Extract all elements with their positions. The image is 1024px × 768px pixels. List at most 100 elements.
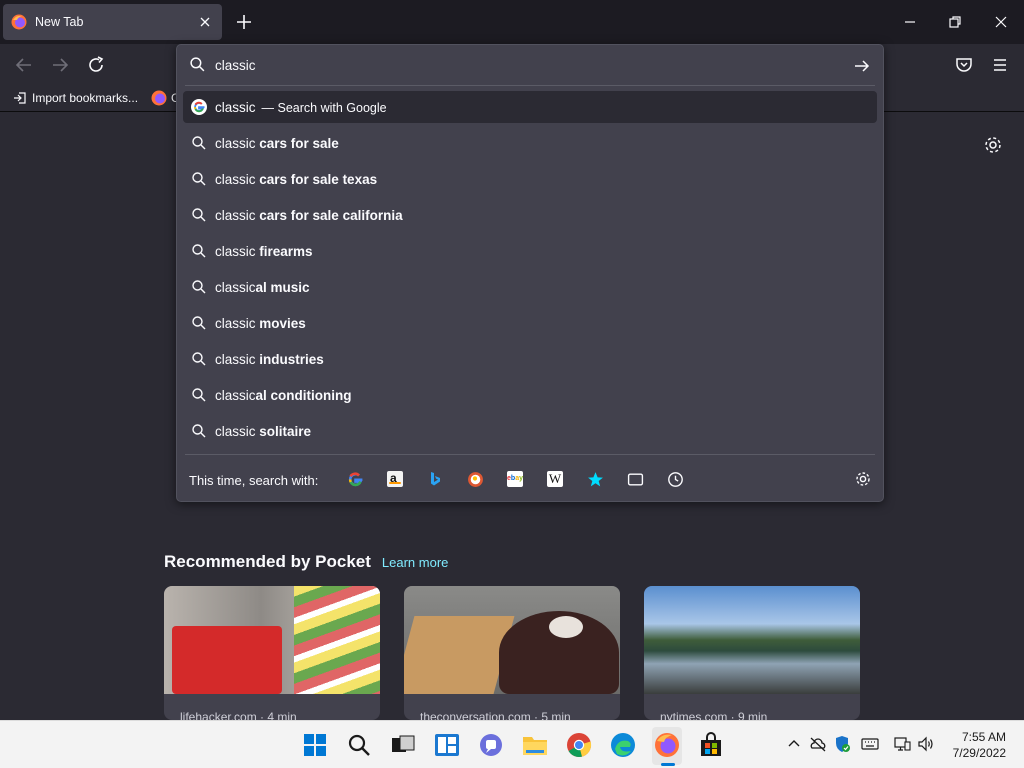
task-view-icon[interactable] bbox=[390, 732, 416, 758]
suggestion-prefix: classic bbox=[215, 172, 260, 187]
keyboard-icon[interactable] bbox=[861, 735, 879, 753]
search-suggestion-row[interactable]: classic cars for sale texas bbox=[183, 163, 877, 195]
tab-bar: New Tab bbox=[0, 0, 1024, 44]
close-window-icon[interactable] bbox=[991, 12, 1011, 32]
search-icon[interactable] bbox=[346, 732, 372, 758]
search-suggestion-row[interactable]: classic cars for sale california bbox=[183, 199, 877, 231]
menu-icon[interactable] bbox=[989, 54, 1011, 76]
search-suggestion-row[interactable]: classic firearms bbox=[183, 235, 877, 267]
suggestion-prefix: classic bbox=[215, 316, 260, 331]
suggestion-completion: cars for sale california bbox=[259, 208, 403, 223]
search-suggestion-row[interactable]: classic solitaire bbox=[183, 415, 877, 447]
duckduckgo-icon[interactable] bbox=[465, 469, 485, 489]
search-with-google-row[interactable]: classic — Search with Google bbox=[183, 91, 877, 123]
widgets-icon[interactable] bbox=[434, 732, 460, 758]
suggestion-completion: industries bbox=[259, 352, 324, 367]
forward-icon[interactable] bbox=[49, 54, 71, 76]
suggestion-text: classical music bbox=[215, 280, 310, 295]
minimize-icon[interactable] bbox=[900, 12, 920, 32]
pocket-heading: Recommended by Pocket Learn more bbox=[164, 552, 448, 572]
suggestion-prefix: classic bbox=[215, 388, 256, 403]
suggestion-text: classic movies bbox=[215, 316, 306, 331]
card-thumbnail bbox=[164, 586, 380, 694]
personalize-gear-icon[interactable] bbox=[982, 134, 1004, 156]
urlbar-input-text[interactable]: classic bbox=[215, 58, 256, 73]
pocket-learn-more-link[interactable]: Learn more bbox=[382, 555, 448, 570]
google-icon[interactable] bbox=[345, 469, 365, 489]
reload-icon[interactable] bbox=[85, 54, 107, 76]
network-icon[interactable] bbox=[893, 735, 911, 753]
card-source: theconversation.com · 5 min bbox=[420, 710, 571, 720]
ebay-icon[interactable]: ebay bbox=[505, 469, 525, 489]
suggestion-prefix: classic bbox=[215, 280, 256, 295]
suggestion-completion: firearms bbox=[259, 244, 313, 259]
search-icon bbox=[191, 171, 207, 187]
firefox-icon bbox=[151, 90, 167, 106]
history-icon[interactable] bbox=[665, 469, 685, 489]
urlbar-input[interactable]: classic bbox=[177, 45, 883, 85]
tabs-icon[interactable] bbox=[625, 469, 645, 489]
suggestion-text: classic cars for sale bbox=[215, 136, 339, 151]
suggestion-prefix: classic bbox=[215, 208, 260, 223]
pocket-card[interactable]: nytimes.com · 9 min bbox=[644, 586, 860, 720]
search-suggestion-row[interactable]: classic industries bbox=[183, 343, 877, 375]
suggestion-action-label: — Search with Google bbox=[261, 101, 387, 115]
card-thumbnail bbox=[644, 586, 860, 694]
search-icon bbox=[191, 207, 207, 223]
pocket-title: Recommended by Pocket bbox=[164, 552, 371, 571]
clock-date: 7/29/2022 bbox=[952, 746, 1006, 760]
clock-time: 7:55 AM bbox=[961, 730, 1006, 744]
search-settings-gear-icon[interactable] bbox=[853, 469, 873, 489]
card-source: nytimes.com · 9 min bbox=[660, 710, 768, 720]
back-icon[interactable] bbox=[13, 54, 35, 76]
amazon-icon[interactable]: a bbox=[385, 469, 405, 489]
windows-taskbar: 7:55 AM 7/29/2022 bbox=[0, 720, 1024, 768]
bookmarks-star-icon[interactable] bbox=[585, 469, 605, 489]
bing-icon[interactable] bbox=[425, 469, 445, 489]
google-icon bbox=[191, 99, 207, 115]
pocket-icon[interactable] bbox=[953, 54, 975, 76]
go-arrow-icon[interactable] bbox=[853, 57, 871, 75]
suggestion-text: classic industries bbox=[215, 352, 324, 367]
card-source: lifehacker.com · 4 min bbox=[180, 710, 297, 720]
search-suggestion-row[interactable]: classic cars for sale bbox=[183, 127, 877, 159]
volume-icon[interactable] bbox=[917, 735, 935, 753]
import-bookmarks-item[interactable]: Import bookmarks... bbox=[12, 90, 138, 106]
file-explorer-icon[interactable] bbox=[522, 732, 548, 758]
onedrive-offline-icon[interactable] bbox=[809, 735, 827, 753]
pocket-card[interactable]: lifehacker.com · 4 min bbox=[164, 586, 380, 720]
close-tab-icon[interactable] bbox=[196, 13, 214, 31]
new-tab-icon[interactable] bbox=[234, 12, 254, 32]
suggestion-prefix: classic bbox=[215, 100, 256, 115]
suggestion-text: classic cars for sale texas bbox=[215, 172, 377, 187]
chrome-icon[interactable] bbox=[566, 732, 592, 758]
pocket-card[interactable]: theconversation.com · 5 min bbox=[404, 586, 620, 720]
suggestion-completion: al conditioning bbox=[255, 388, 352, 403]
clock[interactable]: 7:55 AM 7/29/2022 bbox=[953, 729, 1006, 761]
suggestion-prefix: classic bbox=[215, 352, 260, 367]
wikipedia-icon[interactable]: W bbox=[545, 469, 565, 489]
suggestion-completion: cars for sale bbox=[259, 136, 339, 151]
search-suggestion-row[interactable]: classical conditioning bbox=[183, 379, 877, 411]
firefox-taskbar-icon[interactable] bbox=[654, 732, 680, 758]
windows-start-icon[interactable] bbox=[302, 732, 328, 758]
search-icon bbox=[191, 387, 207, 403]
suggestion-completion: solitaire bbox=[259, 424, 312, 439]
microsoft-store-icon[interactable] bbox=[698, 732, 724, 758]
suggestion-text: classic firearms bbox=[215, 244, 313, 259]
suggestion-text: classical conditioning bbox=[215, 388, 352, 403]
firefox-icon bbox=[11, 14, 27, 30]
divider bbox=[185, 454, 875, 455]
import-bookmarks-label: Import bookmarks... bbox=[32, 91, 139, 105]
edge-icon[interactable] bbox=[610, 732, 636, 758]
tab-new-tab[interactable]: New Tab bbox=[3, 4, 222, 40]
teams-chat-icon[interactable] bbox=[478, 732, 504, 758]
search-suggestion-row[interactable]: classic movies bbox=[183, 307, 877, 339]
divider bbox=[185, 85, 875, 86]
windows-security-icon[interactable] bbox=[833, 735, 851, 753]
search-suggestion-row[interactable]: classical music bbox=[183, 271, 877, 303]
show-hidden-icons-chevron-icon[interactable] bbox=[785, 735, 803, 753]
search-icon bbox=[190, 57, 205, 72]
suggestion-text: classic cars for sale california bbox=[215, 208, 403, 223]
restore-icon[interactable] bbox=[945, 12, 965, 32]
